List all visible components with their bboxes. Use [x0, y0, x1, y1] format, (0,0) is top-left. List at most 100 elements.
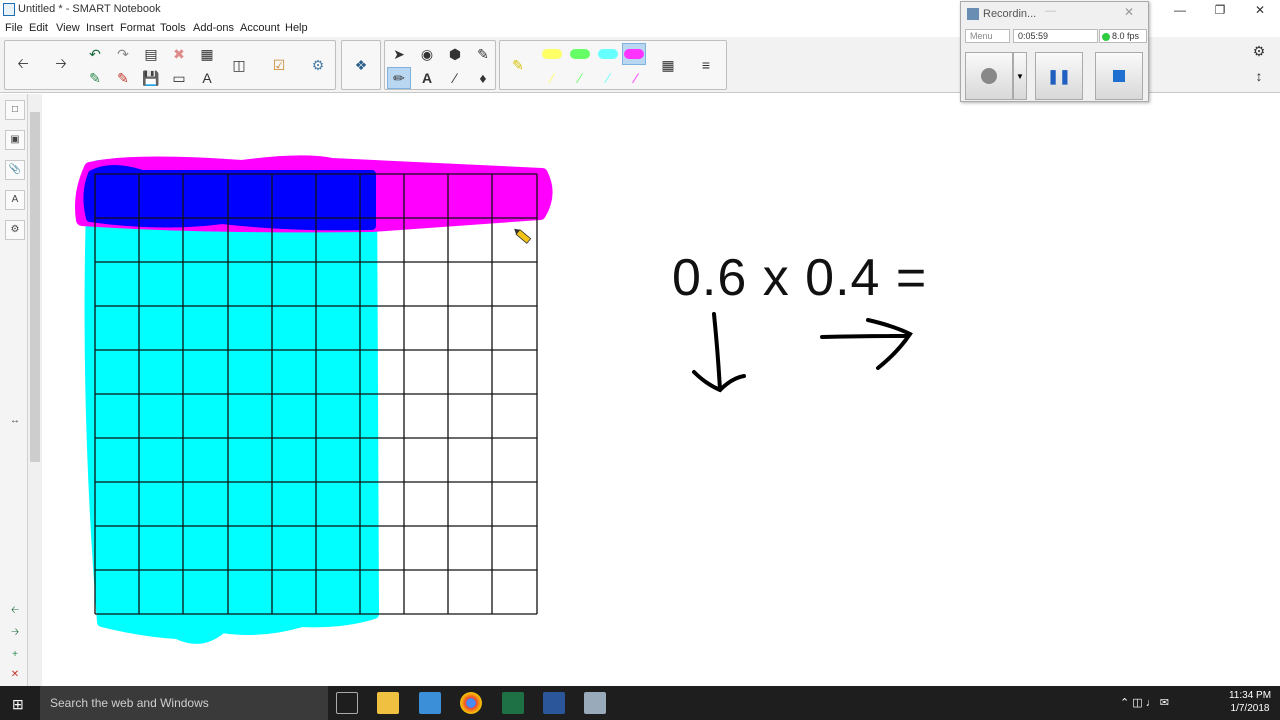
- redo-icon[interactable]: ↷: [111, 43, 135, 65]
- paste-icon[interactable]: ▤: [139, 43, 163, 65]
- magenta-thin-pen-icon[interactable]: ∕: [624, 67, 648, 89]
- highlighter-icon[interactable]: ✎: [506, 54, 530, 76]
- cyan-pen-icon[interactable]: [596, 43, 620, 65]
- close-button[interactable]: ✕: [1240, 0, 1280, 20]
- green-pen-icon[interactable]: [568, 43, 592, 65]
- equation-text: 0.6 x 0.4 =: [672, 249, 928, 307]
- pencil-cursor-icon: [514, 228, 532, 244]
- plugin-icon[interactable]: ❖: [349, 54, 373, 76]
- clock-date: 1/7/2018: [1230, 703, 1270, 714]
- magenta-pen-icon[interactable]: [622, 43, 646, 65]
- recorder-minimize-button[interactable]: —: [1045, 5, 1056, 17]
- smart-notebook-icon[interactable]: [419, 692, 441, 714]
- stop-button[interactable]: [1095, 52, 1143, 100]
- taskbar-search[interactable]: Search the web and Windows: [40, 686, 328, 720]
- cyan-thin-pen-icon[interactable]: ∕: [596, 67, 620, 89]
- color-palette-icon[interactable]: ▦: [656, 54, 680, 76]
- green-thin-pen-icon[interactable]: ∕: [568, 67, 592, 89]
- drawing-layer: [75, 155, 913, 644]
- shape-icon[interactable]: ◉: [415, 43, 439, 65]
- delete-page-icon[interactable]: ✎: [111, 67, 135, 89]
- text-icon[interactable]: A: [415, 67, 439, 89]
- toolbar-position-icon[interactable]: ↕: [1247, 65, 1271, 87]
- cyan-ink-shading: [84, 159, 379, 644]
- menu-edit[interactable]: Edit: [29, 22, 48, 34]
- record-options-dropdown[interactable]: ▼: [1013, 52, 1027, 100]
- add-ons-icon[interactable]: ⚙: [306, 54, 330, 76]
- check-icon[interactable]: ☑: [267, 54, 291, 76]
- recorder-taskbar-icon[interactable]: [584, 692, 606, 714]
- recorder-time: 0:05:59: [1013, 29, 1098, 43]
- addons-tab-icon[interactable]: ⚙: [5, 220, 25, 240]
- line-style-icon[interactable]: ≡: [694, 54, 718, 76]
- app-icon: [3, 3, 15, 16]
- undo-icon[interactable]: ↶: [83, 43, 107, 65]
- menu-tools[interactable]: Tools: [160, 22, 186, 34]
- yellow-pen-icon[interactable]: [540, 43, 564, 65]
- recording-status-dot: [1102, 33, 1110, 41]
- line-icon[interactable]: ∕: [443, 67, 467, 89]
- word-icon[interactable]: [543, 692, 565, 714]
- add-page-icon[interactable]: ✎: [83, 67, 107, 89]
- menu-format[interactable]: Format: [120, 22, 155, 34]
- recorder-menu-dropdown[interactable]: Menu: [965, 29, 1010, 43]
- fill-icon[interactable]: ⬢: [443, 43, 467, 65]
- scroll-thumb[interactable]: [30, 112, 40, 462]
- gallery-icon[interactable]: ▣: [5, 130, 25, 150]
- previous-page-icon[interactable]: 🡠: [5, 602, 25, 622]
- table-icon[interactable]: ▦: [195, 43, 219, 65]
- vertical-scrollbar[interactable]: [28, 94, 42, 686]
- toolbar-group-pens: ✎ ∕ ∕ ∕ ∕ ▦ ≡: [499, 40, 727, 90]
- toolbar-group-addons: ❖: [341, 40, 381, 90]
- delete-icon[interactable]: ✖: [167, 43, 191, 65]
- task-view-icon[interactable]: [336, 692, 358, 714]
- text-style-icon[interactable]: A: [195, 67, 219, 89]
- back-arrow-icon[interactable]: 🡠: [11, 54, 35, 76]
- menu-view[interactable]: View: [56, 22, 80, 34]
- save-icon[interactable]: 💾: [139, 67, 163, 89]
- clock-time: 11:34 PM: [1228, 690, 1272, 701]
- side-tabs: □ ▣ 📎 A ⚙ ↔ 🡠 🡢 + ✕: [0, 94, 28, 686]
- pause-button[interactable]: ❚❚: [1035, 52, 1083, 100]
- menu-account[interactable]: Account: [240, 22, 280, 34]
- eraser-icon[interactable]: ♦: [471, 67, 495, 89]
- pen-icon[interactable]: ✏: [387, 67, 411, 89]
- settings-gear-icon[interactable]: ⚙: [1247, 40, 1271, 62]
- system-tray-icons[interactable]: ⌃ ◫ ♩ ✉: [1120, 696, 1169, 709]
- toolbar-group-tools: ➤ ◉ ⬢ ✎ ✏ A ∕ ♦: [384, 40, 496, 90]
- forward-arrow-icon[interactable]: 🡢: [49, 54, 73, 76]
- windows-taskbar: ⊞ Search the web and Windows ⌃ ◫ ♩ ✉ 11:…: [0, 686, 1280, 720]
- window-title: Untitled * - SMART Notebook: [18, 3, 161, 15]
- minimize-button[interactable]: —: [1160, 0, 1200, 20]
- restore-button[interactable]: ❐: [1200, 0, 1240, 20]
- menu-file[interactable]: File: [5, 22, 23, 34]
- next-page-icon[interactable]: 🡢: [5, 624, 25, 644]
- toolbar-group-general: 🡠 🡢 ↶ ↷ ▤ ✖ ▦ ✎ ✎ 💾 ▭ A ◫ ☑ ⚙: [4, 40, 336, 90]
- recorder-close-button[interactable]: ✕: [1124, 5, 1134, 19]
- chrome-icon[interactable]: [460, 692, 482, 714]
- record-button[interactable]: [965, 52, 1013, 100]
- properties-icon[interactable]: A: [5, 190, 25, 210]
- recorder-app-icon: [967, 8, 979, 20]
- excel-icon[interactable]: [502, 692, 524, 714]
- attachments-icon[interactable]: 📎: [5, 160, 25, 180]
- taskbar-clock[interactable]: 11:34 PM 1/7/2018: [1222, 689, 1278, 715]
- yellow-thin-pen-icon[interactable]: ∕: [540, 67, 564, 89]
- delete-page-side-icon[interactable]: ✕: [5, 666, 25, 686]
- screen-shade-icon[interactable]: ▭: [167, 67, 191, 89]
- resize-arrows-icon[interactable]: ↔: [5, 412, 25, 432]
- right-arrow-ink: [820, 318, 913, 370]
- down-arrow-ink: [692, 312, 746, 393]
- magic-pen-icon[interactable]: ✎: [471, 43, 495, 65]
- select-pointer-icon[interactable]: ➤: [387, 43, 411, 65]
- add-page-side-icon[interactable]: +: [5, 646, 25, 666]
- menu-insert[interactable]: Insert: [86, 22, 114, 34]
- menu-addons[interactable]: Add-ons: [193, 22, 234, 34]
- menu-help[interactable]: Help: [285, 22, 308, 34]
- windows-start-icon[interactable]: ⊞: [12, 696, 28, 712]
- whiteboard-canvas[interactable]: 0.6 x 0.4 =: [42, 94, 1280, 686]
- page-sorter-icon[interactable]: □: [5, 100, 25, 120]
- document-camera-icon[interactable]: ◫: [227, 54, 251, 76]
- file-explorer-icon[interactable]: [377, 692, 399, 714]
- recorder-title: Recordin...: [983, 8, 1037, 20]
